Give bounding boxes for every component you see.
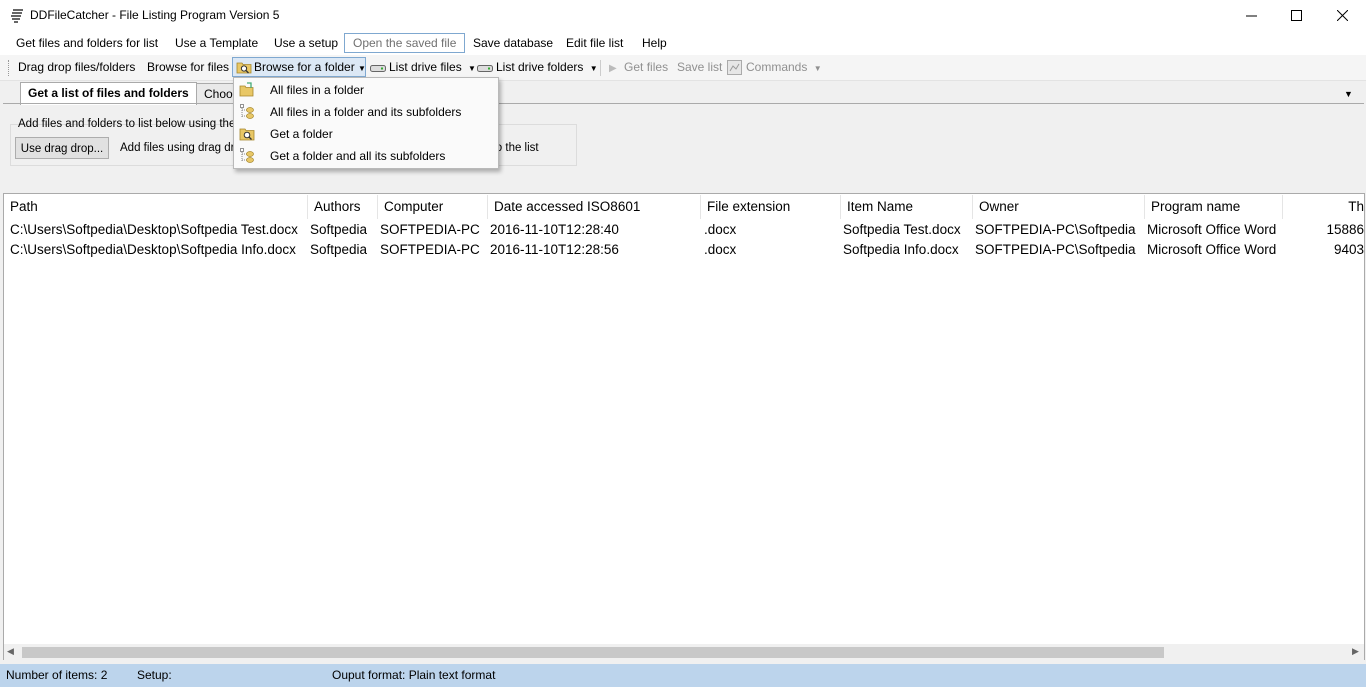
list-drive-folders-button[interactable]: List drive folders ▼ — [477, 59, 598, 76]
chevron-down-icon: ▼ — [813, 64, 822, 73]
file-list-view[interactable]: Path Authors Computer Date accessed ISO8… — [3, 193, 1365, 660]
cell-program-name: Microsoft Office Word — [1147, 242, 1277, 257]
cell-computer: SOFTPEDIA-PC — [380, 222, 480, 237]
cell-file-extension: .docx — [704, 222, 737, 237]
dropdown-item-label: All files in a folder — [270, 83, 365, 97]
cell-path: C:\Users\Softpedia\Desktop\Softpedia Tes… — [10, 222, 298, 237]
status-output-format: Ouput format: Plain text format — [332, 668, 496, 682]
menu-use-setup[interactable]: Use a setup — [272, 35, 340, 52]
cell-owner: SOFTPEDIA-PC\Softpedia — [975, 222, 1136, 237]
play-icon: ▶ — [609, 63, 617, 74]
drag-drop-button[interactable]: Drag drop files/folders — [18, 59, 135, 76]
commands-label: Commands — [746, 60, 808, 74]
cell-authors: Softpedia — [310, 222, 368, 237]
dropdown-item-all-files-in-folder[interactable]: All files in a folder — [234, 79, 498, 101]
list-drive-files-label: List drive files — [389, 60, 462, 74]
scrollbar-thumb[interactable] — [22, 647, 1164, 658]
dropdown-item-label: All files in a folder and its subfolders — [270, 105, 462, 119]
use-drag-drop-button[interactable]: Use drag drop... — [15, 137, 109, 159]
column-header-th[interactable]: Th — [1283, 195, 1364, 219]
cell-program-name: Microsoft Office Word — [1147, 222, 1277, 237]
dropdown-item-label: Get a folder and all its subfolders — [270, 149, 446, 163]
status-item-count: Number of items: 2 — [6, 668, 108, 682]
cell-th: 9403 — [1333, 242, 1364, 257]
drag-hint-text: Add files using drag drop — [120, 142, 248, 154]
cell-computer: SOFTPEDIA-PC — [380, 242, 480, 257]
tab-overflow-chevron-icon[interactable]: ▼ — [1344, 89, 1353, 99]
browse-folder-button[interactable]: Browse for a folder ▼ — [232, 57, 366, 77]
title-bar: DDFileCatcher - File Listing Program Ver… — [0, 0, 1366, 31]
cell-owner: SOFTPEDIA-PC\Softpedia — [975, 242, 1136, 257]
horizontal-scrollbar[interactable]: ◀ ▶ — [4, 644, 1364, 661]
cell-item-name: Softpedia Info.docx — [843, 242, 959, 257]
folder-tree-icon — [240, 148, 254, 163]
dropdown-item-all-files-subfolders[interactable]: All files in a folder and its subfolders — [234, 101, 498, 123]
cell-path: C:\Users\Softpedia\Desktop\Softpedia Inf… — [10, 242, 296, 257]
chevron-down-icon: ▼ — [468, 64, 476, 73]
column-header-authors[interactable]: Authors — [308, 195, 378, 219]
minimize-icon — [1245, 15, 1257, 17]
toolbar-separator — [600, 60, 601, 76]
column-header-owner[interactable]: Owner — [973, 195, 1145, 219]
chevron-down-icon: ▼ — [358, 64, 366, 73]
menu-get-files-folders[interactable]: Get files and folders for list — [14, 35, 160, 52]
cell-file-extension: .docx — [704, 242, 737, 257]
commands-button[interactable]: Commands ▼ — [727, 59, 822, 76]
cell-date-accessed: 2016-11-10T12:28:40 — [490, 222, 619, 237]
cell-item-name: Softpedia Test.docx — [843, 222, 961, 237]
status-setup: Setup: — [137, 668, 172, 682]
group-description: Add files and folders to list below usin… — [18, 118, 258, 130]
column-header-path[interactable]: Path — [4, 195, 308, 219]
browse-folder-dropdown: All files in a folder All files in a fol… — [233, 77, 499, 169]
app-logo-icon — [11, 9, 23, 23]
cell-date-accessed: 2016-11-10T12:28:56 — [490, 242, 619, 257]
table-row[interactable]: C:\Users\Softpedia\Desktop\Softpedia Tes… — [4, 220, 1364, 240]
menu-save-database[interactable]: Save database — [471, 35, 555, 52]
scroll-left-icon[interactable]: ◀ — [7, 646, 14, 657]
get-files-button[interactable]: ▶ Get files — [609, 59, 668, 76]
status-bar: Number of items: 2 Setup: Ouput format: … — [0, 664, 1366, 687]
dropdown-item-label: Get a folder — [270, 127, 333, 141]
list-drive-files-button[interactable]: List drive files ▼ — [370, 59, 476, 76]
menu-bar: Get files and folders for list Use a Tem… — [0, 31, 1366, 55]
minimize-button[interactable] — [1228, 0, 1274, 31]
maximize-button[interactable] — [1273, 0, 1319, 31]
menu-edit-file-list[interactable]: Edit file list — [564, 35, 625, 52]
folder-search-icon — [236, 62, 252, 74]
dropdown-item-get-folder-subfolders[interactable]: Get a folder and all its subfolders — [234, 145, 498, 167]
menu-use-template[interactable]: Use a Template — [173, 35, 260, 52]
list-drive-folders-label: List drive folders — [496, 60, 584, 74]
folder-open-icon — [239, 82, 254, 97]
column-header-date-accessed[interactable]: Date accessed ISO8601 — [488, 195, 701, 219]
table-row[interactable]: C:\Users\Softpedia\Desktop\Softpedia Inf… — [4, 240, 1364, 260]
column-header-file-extension[interactable]: File extension — [701, 195, 841, 219]
cell-th: 15886 — [1326, 222, 1364, 237]
menu-help[interactable]: Help — [640, 35, 669, 52]
maximize-icon — [1290, 10, 1302, 21]
save-list-button[interactable]: Save list — [677, 59, 722, 76]
window-title: DDFileCatcher - File Listing Program Ver… — [30, 8, 280, 22]
folder-search-icon — [239, 128, 255, 141]
drive-icon — [370, 65, 386, 72]
scroll-right-icon[interactable]: ▶ — [1352, 646, 1359, 657]
close-icon — [1336, 10, 1348, 21]
dropdown-item-get-folder[interactable]: Get a folder — [234, 123, 498, 145]
drive-icon — [477, 65, 493, 72]
browse-files-button[interactable]: Browse for files — [147, 59, 229, 76]
toolbar-grip[interactable] — [8, 60, 12, 76]
cell-authors: Softpedia — [310, 242, 368, 257]
tab-get-list[interactable]: Get a list of files and folders — [20, 82, 197, 105]
menu-open-saved-file[interactable]: Open the saved file — [344, 33, 466, 53]
close-button[interactable] — [1319, 0, 1365, 31]
commands-icon — [727, 60, 742, 75]
browse-folder-label: Browse for a folder — [254, 60, 355, 74]
column-header-item-name[interactable]: Item Name — [841, 195, 973, 219]
toolbar: Drag drop files/folders Browse for files… — [0, 55, 1366, 81]
folder-tree-icon — [240, 104, 254, 119]
get-files-label: Get files — [624, 60, 669, 74]
chevron-down-icon: ▼ — [589, 64, 598, 73]
column-header-computer[interactable]: Computer — [378, 195, 488, 219]
column-header-program-name[interactable]: Program name — [1145, 195, 1283, 219]
